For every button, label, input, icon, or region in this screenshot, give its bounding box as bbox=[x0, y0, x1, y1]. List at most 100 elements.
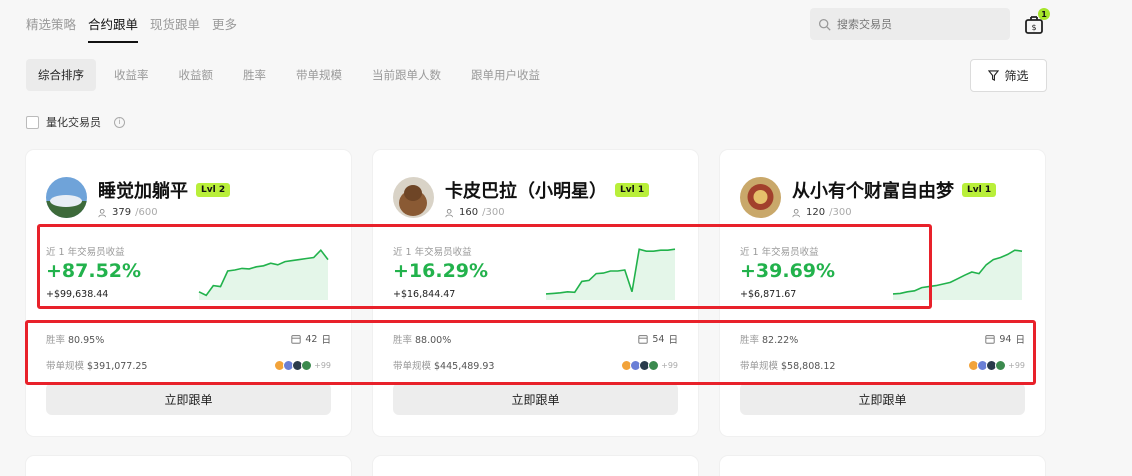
tab-spot-copy[interactable]: 现货跟单 bbox=[150, 14, 200, 43]
coins-more: +99 bbox=[661, 360, 678, 370]
coin-icons: +99 bbox=[621, 359, 678, 371]
quant-label: 量化交易员 bbox=[46, 116, 101, 129]
tab-futures-copy[interactable]: 合约跟单 bbox=[88, 14, 139, 43]
follower-max: /300 bbox=[482, 207, 505, 218]
chip-aum[interactable]: 带单规模 bbox=[284, 59, 354, 91]
follower-count: 120 bbox=[806, 207, 826, 218]
filter-button-label: 筛选 bbox=[1004, 69, 1029, 83]
info-icon[interactable]: i bbox=[114, 116, 125, 128]
calendar-icon bbox=[638, 335, 648, 344]
trader-name-row: 卡皮巴拉（小明星） Lvl 1 bbox=[445, 177, 650, 203]
trader-name: 卡皮巴拉（小明星） bbox=[445, 181, 607, 202]
trader-name-row: 睡觉加躺平 Lvl 2 bbox=[98, 177, 231, 203]
winrate: 胜率 80.95% bbox=[46, 332, 104, 346]
quant-filter: 量化交易员 i bbox=[26, 114, 125, 130]
follower-count: 160 bbox=[459, 207, 479, 218]
trader-card[interactable]: 睡觉加躺平 Lvl 2 379/600 近 1 年交易员收益 +87.52% +… bbox=[26, 150, 351, 436]
followers: 160/300 bbox=[445, 207, 505, 218]
trader-card[interactable] bbox=[373, 456, 698, 476]
aum-value: $58,808.12 bbox=[781, 361, 836, 372]
follow-button[interactable]: 立即跟单 bbox=[46, 383, 331, 415]
chip-pnl[interactable]: 收益额 bbox=[167, 59, 226, 91]
users-icon bbox=[445, 208, 453, 217]
calendar-icon bbox=[985, 335, 995, 344]
level-badge: Lvl 1 bbox=[962, 183, 997, 197]
aum-row: 带单规模 $58,808.12 +99 bbox=[740, 358, 1025, 372]
trader-card[interactable] bbox=[26, 456, 351, 476]
roi-sparkline bbox=[545, 248, 676, 300]
trader-name: 从小有个财富自由梦 bbox=[792, 181, 954, 202]
coin-icons: +99 bbox=[274, 359, 331, 371]
roi-label: 近 1 年交易员收益 bbox=[393, 247, 472, 258]
avatar bbox=[46, 177, 87, 218]
aum-value: $391,077.25 bbox=[87, 361, 148, 372]
trader-name-row: 从小有个财富自由梦 Lvl 1 bbox=[792, 177, 997, 203]
avatar bbox=[740, 177, 781, 218]
pnl-value: +$99,638.44 bbox=[46, 289, 109, 300]
gift-button[interactable]: $ 1 bbox=[1022, 8, 1050, 36]
calendar-icon bbox=[291, 335, 301, 344]
aum-label: 带单规模 bbox=[740, 361, 779, 372]
follow-button[interactable]: 立即跟单 bbox=[393, 383, 678, 415]
coin-icon bbox=[648, 359, 660, 371]
followers: 379/600 bbox=[98, 207, 158, 218]
quant-checkbox[interactable] bbox=[26, 115, 39, 129]
roi-sparkline bbox=[198, 248, 329, 300]
tab-more[interactable]: 更多 bbox=[212, 14, 237, 43]
pnl-value: +$6,871.67 bbox=[740, 289, 797, 300]
sparkline-area bbox=[893, 250, 1022, 300]
tab-featured-strategies[interactable]: 精选策略 bbox=[26, 14, 76, 43]
winrate-value: 82.22% bbox=[762, 335, 799, 346]
aum: 带单规模 $58,808.12 bbox=[740, 358, 835, 372]
roi-label: 近 1 年交易员收益 bbox=[46, 247, 125, 258]
chip-winrate[interactable]: 胜率 bbox=[231, 59, 278, 91]
days-active: 94 日 bbox=[985, 332, 1025, 346]
chip-follower-pnl[interactable]: 跟单用户收益 bbox=[459, 59, 552, 91]
followers: 120/300 bbox=[792, 207, 852, 218]
follower-max: /300 bbox=[829, 207, 852, 218]
top-nav: 精选策略 合约跟单 现货跟单 更多 bbox=[26, 14, 237, 43]
trader-card[interactable] bbox=[720, 456, 1045, 476]
roi-label: 近 1 年交易员收益 bbox=[740, 247, 819, 258]
coin-icon bbox=[995, 359, 1007, 371]
trader-name: 睡觉加躺平 bbox=[98, 181, 188, 202]
level-badge: Lvl 1 bbox=[615, 183, 650, 197]
aum-label: 带单规模 bbox=[46, 361, 85, 372]
users-icon bbox=[98, 208, 106, 217]
follower-max: /600 bbox=[135, 207, 158, 218]
days-active: 54 日 bbox=[638, 332, 678, 346]
trader-card[interactable]: 卡皮巴拉（小明星） Lvl 1 160/300 近 1 年交易员收益 +16.2… bbox=[373, 150, 698, 436]
chip-roi[interactable]: 收益率 bbox=[102, 59, 161, 91]
search-icon bbox=[818, 18, 831, 31]
trader-card[interactable]: 从小有个财富自由梦 Lvl 1 120/300 近 1 年交易员收益 +39.6… bbox=[720, 150, 1045, 436]
aum-label: 带单规模 bbox=[393, 361, 432, 372]
follow-button[interactable]: 立即跟单 bbox=[740, 383, 1025, 415]
follower-count: 379 bbox=[112, 207, 132, 218]
svg-text:$: $ bbox=[1031, 23, 1036, 32]
roi-value: +16.29% bbox=[393, 260, 489, 282]
winrate: 胜率 88.00% bbox=[393, 332, 451, 346]
aum-value: $445,489.93 bbox=[434, 361, 495, 372]
pnl-value: +$16,844.47 bbox=[393, 289, 456, 300]
roi-sparkline bbox=[892, 249, 1023, 300]
winrate-label: 胜率 bbox=[393, 335, 413, 346]
notification-badge: 1 bbox=[1038, 8, 1050, 20]
coins-more: +99 bbox=[314, 360, 331, 370]
level-badge: Lvl 2 bbox=[196, 183, 231, 197]
chip-overall[interactable]: 综合排序 bbox=[26, 59, 96, 91]
days-unit: 日 bbox=[321, 335, 331, 346]
search-box[interactable] bbox=[810, 8, 1010, 40]
aum-row: 带单规模 $391,077.25 +99 bbox=[46, 358, 331, 372]
filter-button[interactable]: 筛选 bbox=[970, 59, 1047, 92]
days-value: 54 bbox=[652, 333, 665, 345]
days-active: 42 日 bbox=[291, 332, 331, 346]
days-value: 42 bbox=[305, 333, 318, 345]
roi-value: +87.52% bbox=[46, 260, 142, 282]
search-input[interactable] bbox=[837, 17, 997, 31]
stats-row: 胜率 80.95% 42 日 bbox=[46, 332, 331, 347]
chip-current-followers[interactable]: 当前跟单人数 bbox=[360, 59, 453, 91]
stats-row: 胜率 82.22% 94 日 bbox=[740, 332, 1025, 347]
sort-chips: 综合排序 收益率 收益额 胜率 带单规模 当前跟单人数 跟单用户收益 bbox=[26, 59, 552, 91]
days-value: 94 bbox=[999, 333, 1012, 345]
aum: 带单规模 $445,489.93 bbox=[393, 358, 494, 372]
